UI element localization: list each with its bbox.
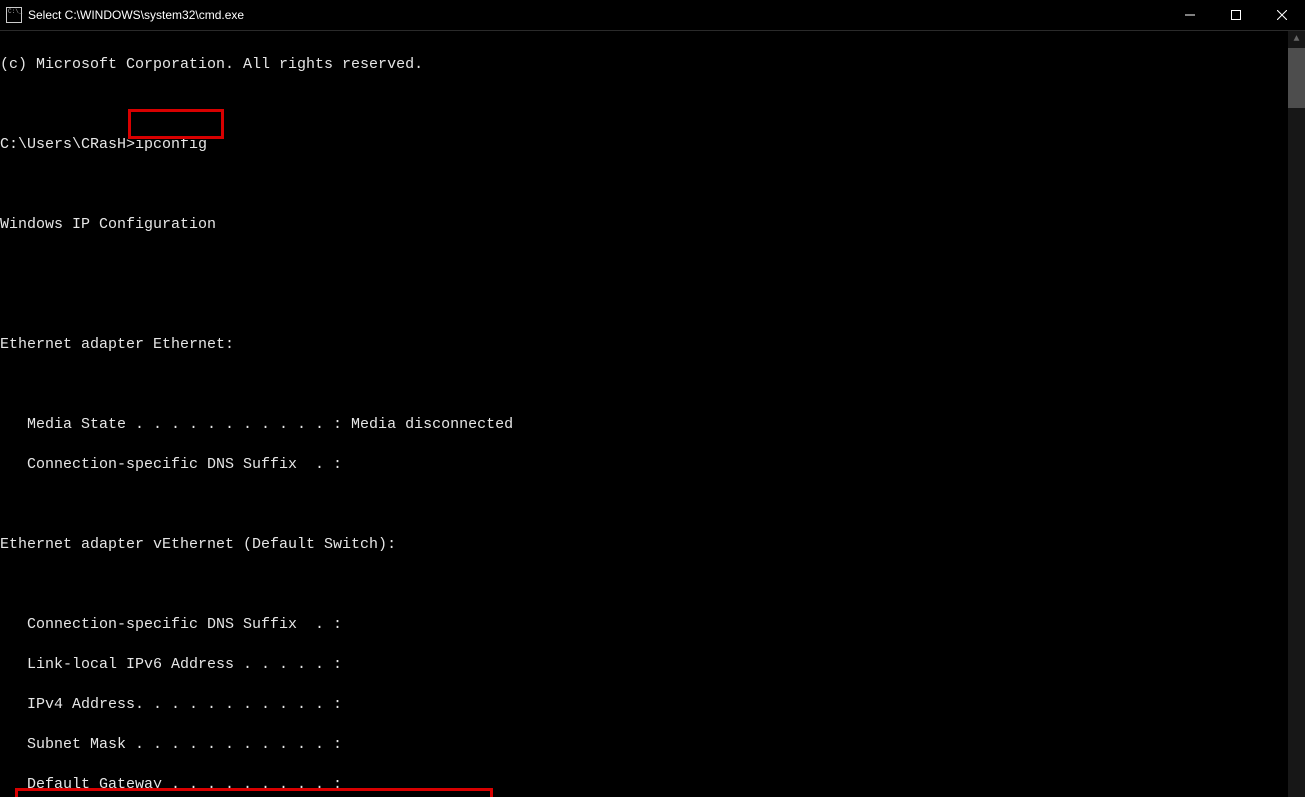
blank-line bbox=[0, 95, 1288, 115]
blank-line bbox=[0, 375, 1288, 395]
maximize-icon bbox=[1231, 10, 1241, 20]
config-heading: Windows IP Configuration bbox=[0, 215, 1288, 235]
blank-line bbox=[0, 175, 1288, 195]
terminal-output[interactable]: (c) Microsoft Corporation. All rights re… bbox=[0, 31, 1288, 797]
adapter-heading: Ethernet adapter vEthernet (Default Swit… bbox=[0, 535, 1288, 555]
window-title: Select C:\WINDOWS\system32\cmd.exe bbox=[28, 8, 244, 22]
titlebar[interactable]: Select C:\WINDOWS\system32\cmd.exe bbox=[0, 0, 1305, 31]
cmd-window: Select C:\WINDOWS\system32\cmd.exe (c) M… bbox=[0, 0, 1305, 797]
adapter-detail: IPv4 Address. . . . . . . . . . . : bbox=[0, 695, 1288, 715]
titlebar-controls bbox=[1167, 0, 1305, 30]
adapter-heading: Ethernet adapter Ethernet: bbox=[0, 335, 1288, 355]
adapter-detail: Connection-specific DNS Suffix . : bbox=[0, 455, 1288, 475]
scroll-up-arrow-icon[interactable]: ▲ bbox=[1288, 31, 1305, 48]
vertical-scrollbar[interactable]: ▲ bbox=[1288, 31, 1305, 797]
adapter-detail: Link-local IPv6 Address . . . . . : bbox=[0, 655, 1288, 675]
close-icon bbox=[1277, 10, 1287, 20]
adapter-detail: Media State . . . . . . . . . . . : Medi… bbox=[0, 415, 1288, 435]
cmd-icon bbox=[6, 7, 22, 23]
minimize-icon bbox=[1185, 10, 1195, 20]
blank-line bbox=[0, 295, 1288, 315]
blank-line bbox=[0, 575, 1288, 595]
minimize-button[interactable] bbox=[1167, 0, 1213, 30]
prompt-path: C:\Users\CRasH> bbox=[0, 136, 135, 153]
adapter-detail: Connection-specific DNS Suffix . : bbox=[0, 615, 1288, 635]
adapter-detail: Default Gateway . . . . . . . . . : bbox=[0, 775, 1288, 795]
typed-command: ipconfig bbox=[135, 136, 207, 153]
blank-line bbox=[0, 255, 1288, 275]
copyright-line: (c) Microsoft Corporation. All rights re… bbox=[0, 55, 1288, 75]
titlebar-left: Select C:\WINDOWS\system32\cmd.exe bbox=[6, 7, 244, 23]
adapter-detail: Subnet Mask . . . . . . . . . . . : bbox=[0, 735, 1288, 755]
scroll-thumb[interactable] bbox=[1288, 48, 1305, 108]
maximize-button[interactable] bbox=[1213, 0, 1259, 30]
blank-line bbox=[0, 495, 1288, 515]
close-button[interactable] bbox=[1259, 0, 1305, 30]
prompt-line: C:\Users\CRasH>ipconfig bbox=[0, 135, 1288, 155]
